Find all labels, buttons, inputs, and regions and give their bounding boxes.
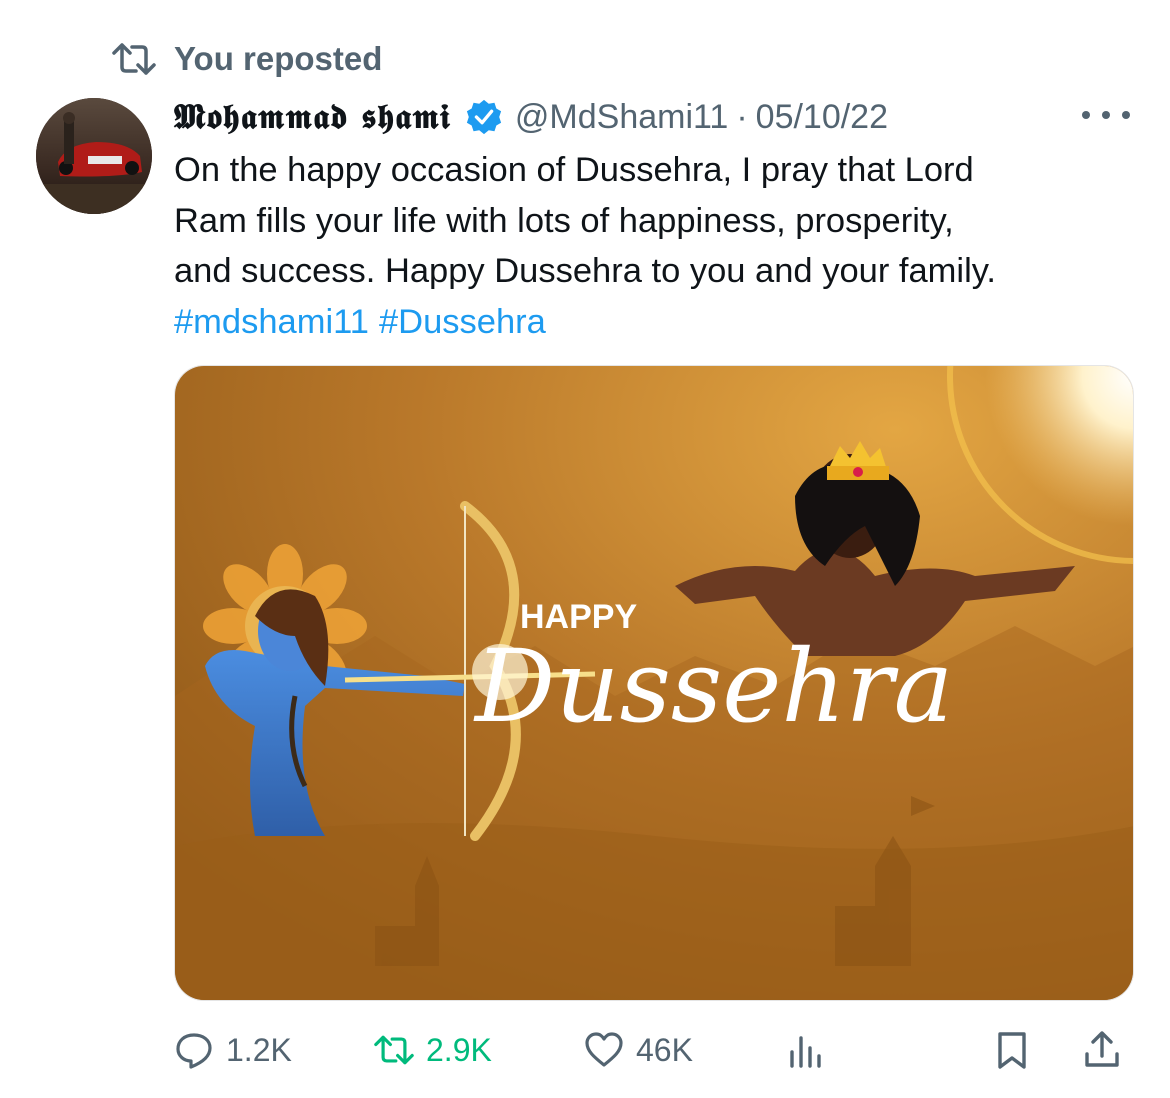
verified-badge-icon bbox=[466, 99, 502, 135]
repost-label: You reposted bbox=[174, 40, 383, 77]
views-icon bbox=[790, 1036, 821, 1068]
reply-icon bbox=[176, 1033, 212, 1069]
tweet-text-line: and success. Happy Dussehra to you and y… bbox=[174, 252, 997, 290]
hashtag-link[interactable]: #Dussehra bbox=[379, 303, 546, 341]
more-icon[interactable] bbox=[1082, 100, 1130, 130]
tweet-date[interactable]: 05/10/22 bbox=[756, 98, 888, 137]
reply-button[interactable]: 1.2K bbox=[174, 1022, 292, 1078]
author-name[interactable]: 𝕸𝖔𝖍𝖆𝖒𝖒𝖆𝖉 𝖘𝖍𝖆𝖒𝖎 bbox=[174, 97, 451, 137]
views-button[interactable] bbox=[786, 1022, 826, 1078]
like-count: 46K bbox=[636, 1031, 693, 1068]
author-handle[interactable]: @MdShami11 bbox=[515, 98, 728, 137]
like-icon bbox=[585, 1032, 623, 1067]
bookmark-icon bbox=[998, 1032, 1026, 1069]
repost-banner: You reposted bbox=[112, 40, 382, 78]
tweet-text-line: Ram fills your life with lots of happine… bbox=[174, 201, 954, 240]
separator-dot: · bbox=[736, 97, 748, 136]
share-button[interactable] bbox=[1082, 1022, 1122, 1078]
repost-icon bbox=[112, 43, 156, 75]
tweet-text-line: On the happy occasion of Dussehra, I pra… bbox=[174, 151, 974, 189]
tweet-image[interactable]: HAPPY Dussehra bbox=[174, 365, 1134, 1001]
hashtag-link[interactable]: #mdshami11 bbox=[174, 303, 369, 341]
action-bar: 1.2K 2.9K 46K bbox=[174, 1022, 1134, 1078]
bookmark-button[interactable] bbox=[992, 1022, 1032, 1078]
share-icon bbox=[1085, 1031, 1119, 1067]
repost-count: 2.9K bbox=[426, 1031, 492, 1068]
like-button[interactable]: 46K bbox=[584, 1022, 693, 1078]
image-script-text: Dussehra bbox=[473, 628, 953, 745]
tweet-text: On the happy occasion of Dussehra, I pra… bbox=[174, 145, 1154, 347]
tweet-header: 𝕸𝖔𝖍𝖆𝖒𝖒𝖆𝖉 𝖘𝖍𝖆𝖒𝖎 @MdShami11 · 05/10/22 bbox=[174, 92, 1130, 142]
repost-button[interactable]: 2.9K bbox=[374, 1022, 492, 1078]
avatar[interactable] bbox=[36, 98, 152, 214]
repost-icon bbox=[374, 1035, 414, 1065]
reply-count: 1.2K bbox=[226, 1031, 292, 1068]
hashtags: #mdshami11 #Dussehra bbox=[174, 297, 1154, 348]
